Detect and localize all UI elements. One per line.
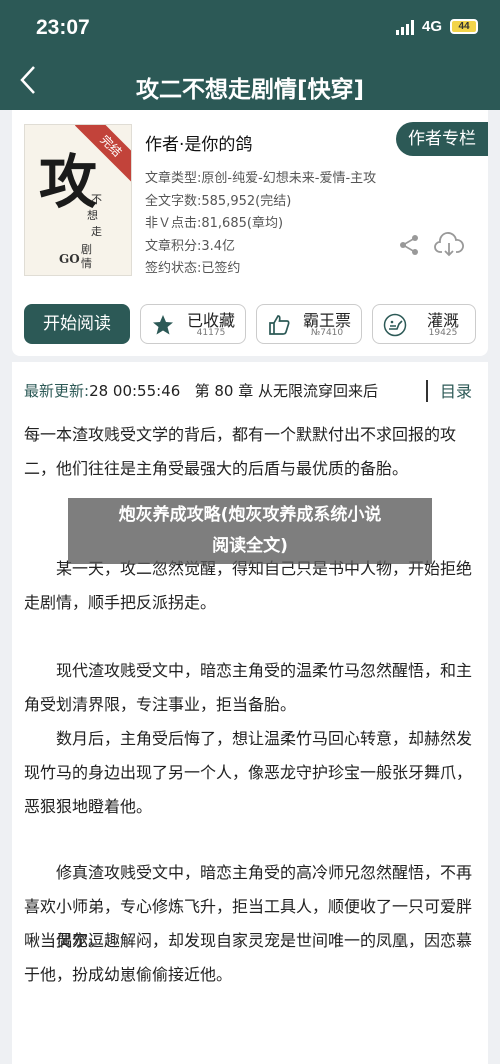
cover-text-3: 走 [91,225,102,238]
latest-time: 28 00:55:46 [89,382,181,400]
collect-button[interactable]: 已收藏 41175 [140,304,246,344]
start-reading-button[interactable]: 开始阅读 [24,304,130,344]
water-button[interactable]: 灌溉 19425 [372,304,476,344]
meta-score: 文章积分:3.4亿 [145,238,236,254]
author-name[interactable]: 作者·是你的鸽 [145,130,252,155]
paragraph-1: 每一本渣攻贱受文学的背后，都有一个默默付出不求回报的攻二，他们往往是主角受最强大… [24,425,457,478]
battery-level: 44 [458,21,470,32]
latest-chapter: 第 80 章 从无限流穿回来后 [194,382,379,400]
signal-icon [395,19,414,35]
book-info-card: 攻 不 想 走 剧 情 GO 完结 作者·是你的鸽 作者专栏 文章类型:原创-纯… [12,110,488,356]
network-label: 4G [421,18,442,35]
watering-can-icon [383,313,407,337]
top-bar: 23:07 4G 44 攻二不想走剧情[快穿] [0,0,500,110]
toc-link[interactable]: 目录 [440,378,472,402]
collect-count: 41175 [196,328,226,338]
star-icon [153,315,173,335]
paragraph-3: 现代渣攻贱受文中，暗恋主角受的温柔竹马忽然醒悟，和主角受划清界限，专注事业，拒当… [24,661,473,714]
share-icon[interactable] [398,234,420,256]
overlay-line-1: 炮灰养成攻略(炮灰攻养成系统小说 [118,505,382,525]
reader-panel: 最新更新:28 00:55:46 第 80 章 从无限流穿回来后 目录 每一本渣… [12,362,488,1064]
battery-icon: 44 [450,19,478,34]
status-time: 23:07 [36,16,90,39]
meta-clicks: 非Ｖ点击:81,685(章均) [145,216,284,231]
cover-text-5: 情 [81,257,92,270]
ticket-button[interactable]: 霸王票 №7410 [256,304,362,344]
book-meta: 文章类型:原创-纯爱-幻想未来-爱情-主攻 全文字数:585,952(完结) 非… [145,168,376,281]
latest-label: 最新更新: [24,382,90,400]
meta-type: 文章类型:原创-纯爱-幻想未来-爱情-主攻 [145,171,377,186]
divider [426,380,428,402]
title-overlay-banner: 炮灰养成攻略(炮灰攻养成系统小说 阅读全文) [68,498,432,564]
latest-update[interactable]: 最新更新:28 00:55:46 第 80 章 从无限流穿回来后 [24,380,406,401]
paragraph-6: 偶尔逗趣解闷，却发现自家灵宠是世间唯一的凤凰，因恋慕于他，扮成幼崽偷偷接近他。 [24,931,473,984]
meta-wordcount: 全文字数:585,952(完结) [145,193,292,209]
page-title: 攻二不想走剧情[快穿] [135,77,365,103]
thumbs-up-icon [269,315,290,335]
cloud-download-icon[interactable] [434,232,464,258]
cover-text-1: 不 [91,193,102,206]
water-count: 19425 [428,328,458,338]
status-icons: 4G 44 [395,18,478,35]
overlay-line-2: 阅读全文) [212,536,288,556]
meta-sign-status: 签约状态:已签约 [145,261,241,276]
cover-text-2: 想 [87,209,98,222]
cover-mark: GO [59,252,80,266]
book-cover[interactable]: 攻 不 想 走 剧 情 GO 完结 [24,124,132,276]
author-column-button[interactable]: 作者专栏 [396,122,488,156]
paragraph-4: 数月后，主角受后悔了，想让温柔竹马回心转意，却赫然发现竹马的身边出现了另一个人，… [24,729,473,816]
ticket-count: №7410 [310,328,344,338]
